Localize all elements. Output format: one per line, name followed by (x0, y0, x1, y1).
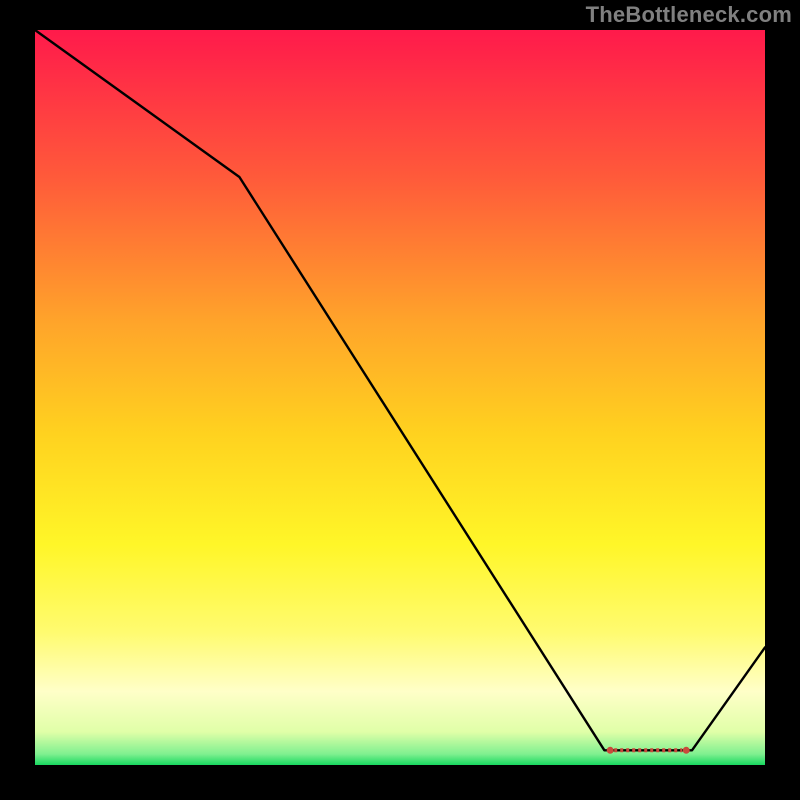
marker-dot (683, 747, 690, 754)
data-curve (35, 30, 765, 750)
chart-frame: TheBottleneck.com (0, 0, 800, 800)
marker-dot (607, 747, 614, 754)
watermark-text: TheBottleneck.com (586, 2, 792, 28)
plot-overlay (35, 30, 765, 765)
plot-area (35, 30, 765, 765)
